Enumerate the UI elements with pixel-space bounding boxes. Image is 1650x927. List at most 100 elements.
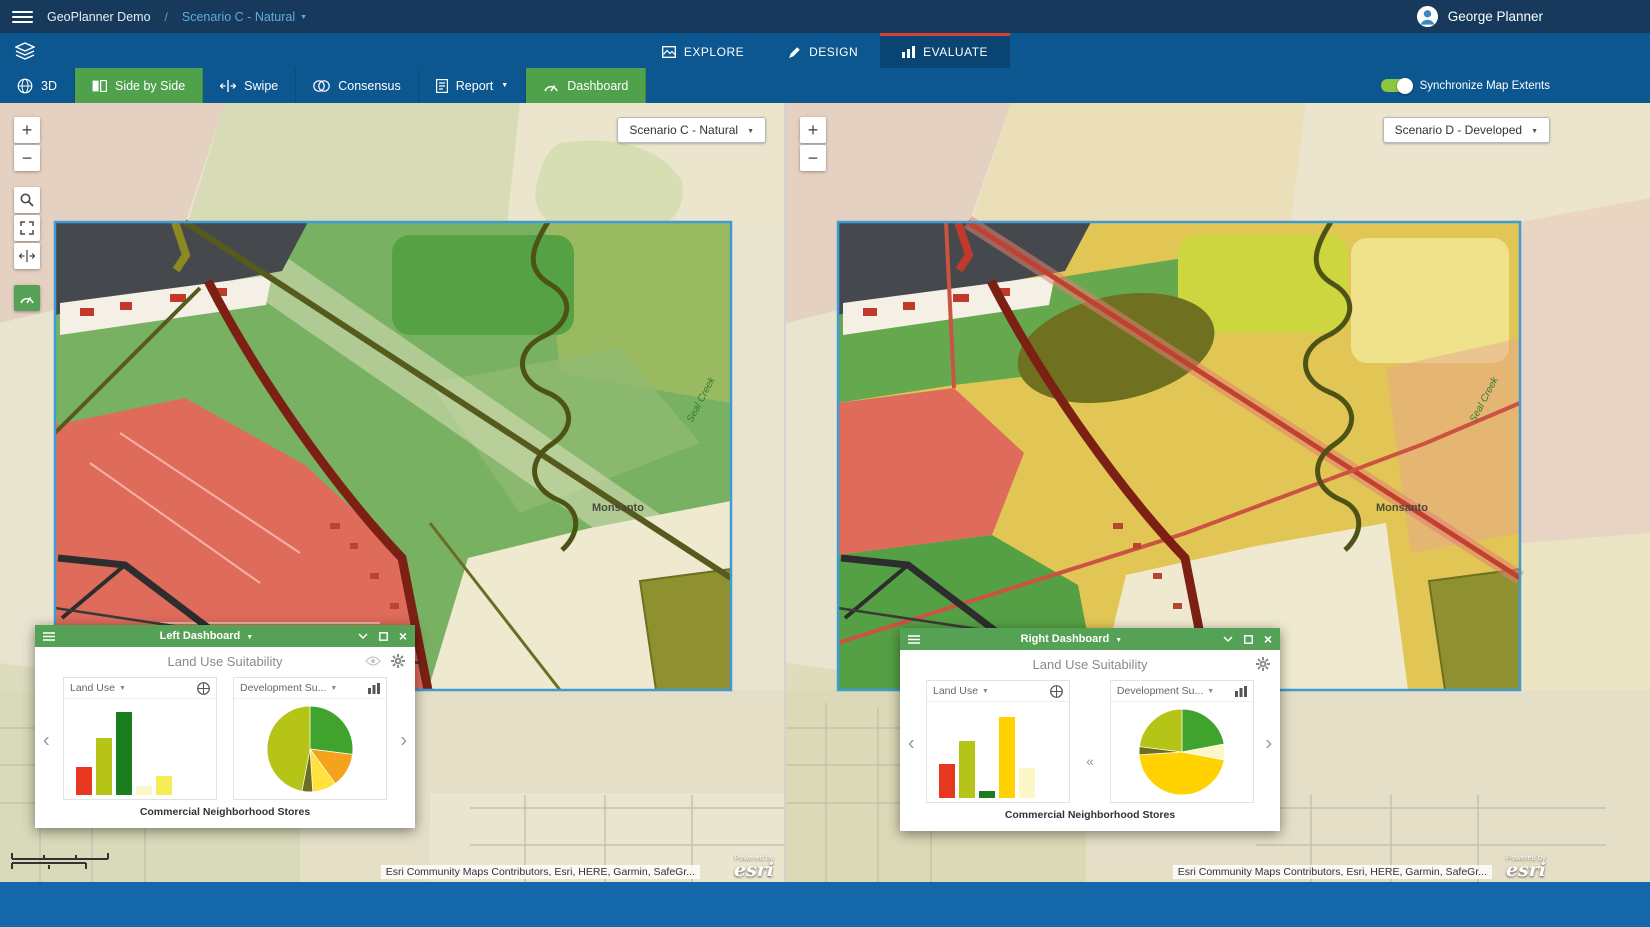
- zoom-out-button[interactable]: −: [14, 145, 40, 171]
- map-attribution: Esri Community Maps Contributors, Esri, …: [1173, 865, 1492, 879]
- maximize-icon[interactable]: [379, 632, 388, 641]
- synchronize-toggle[interactable]: [1381, 79, 1411, 92]
- zoom-out-button[interactable]: −: [800, 145, 826, 171]
- dashboard-tool-button[interactable]: [14, 285, 40, 311]
- zoom-in-button[interactable]: +: [14, 117, 40, 143]
- gear-icon[interactable]: [391, 654, 405, 668]
- chevron-down-icon: ▼: [300, 14, 307, 21]
- user-avatar[interactable]: [1416, 5, 1439, 28]
- olive-field: [1429, 569, 1520, 690]
- globe-widget-icon[interactable]: [197, 682, 210, 695]
- development-suitability-pie-chart[interactable]: [234, 699, 386, 799]
- collapse-icon[interactable]: [1223, 636, 1233, 642]
- user-name[interactable]: George Planner: [1448, 9, 1543, 24]
- hamburger-menu-icon[interactable]: [12, 11, 33, 23]
- gear-icon[interactable]: [1256, 657, 1270, 671]
- close-icon[interactable]: ×: [1264, 632, 1272, 646]
- map-comparison-area: Monsanto Seal Creek + −: [0, 103, 1650, 882]
- swipe-icon: [220, 80, 236, 92]
- bar-class-2-yellow-green: [959, 741, 975, 798]
- map-attribution: Esri Community Maps Contributors, Esri, …: [381, 865, 700, 879]
- tab-design[interactable]: DESIGN: [766, 33, 880, 68]
- close-icon[interactable]: ×: [399, 629, 407, 643]
- tab-explore[interactable]: EXPLORE: [640, 33, 766, 68]
- dashboard-footer-label: Commercial Neighborhood Stores: [900, 809, 1280, 831]
- land-use-bar-chart[interactable]: [64, 699, 216, 799]
- development-suitability-widget: Development Su... ▼: [1110, 680, 1254, 803]
- powered-by-label: Powered by: [1506, 854, 1546, 862]
- side-by-side-icon: [92, 80, 107, 92]
- chevron-down-icon[interactable]: ▼: [119, 685, 126, 692]
- development-suitability-widget: Development Su... ▼: [233, 677, 387, 800]
- window-controls: ×: [1223, 632, 1272, 646]
- swipe-tool-button[interactable]: [14, 243, 40, 269]
- swipe-button[interactable]: Swipe: [203, 68, 296, 103]
- left-scenario-label: Scenario C - Natural: [629, 123, 738, 137]
- breadcrumb-scenario-dropdown[interactable]: Scenario C - Natural ▼: [182, 10, 307, 24]
- breadcrumb-separator: /: [165, 10, 168, 24]
- land-use-bar-chart[interactable]: [927, 702, 1069, 802]
- right-scenario-label: Scenario D - Developed: [1395, 123, 1522, 137]
- development-suitability-pie-chart[interactable]: [1111, 702, 1253, 802]
- right-dashboard-header[interactable]: Right Dashboard ▼ ×: [900, 628, 1280, 650]
- dashboard-menu-icon[interactable]: [908, 635, 920, 644]
- bar-class-5-pale-yellow: [1019, 768, 1035, 798]
- carousel-next-icon[interactable]: ›: [400, 729, 407, 752]
- left-map-tools: + −: [14, 117, 40, 311]
- globe-3d-icon: [17, 78, 33, 94]
- collapse-icon[interactable]: [358, 633, 368, 639]
- dashboard-charts-carousel: ‹ Land Use ▼ Development Su... ▼: [35, 675, 415, 806]
- expand-button[interactable]: [14, 215, 40, 241]
- pie-slice-yellow-green: [267, 706, 310, 791]
- side-by-side-button[interactable]: Side by Side: [75, 68, 203, 103]
- dashboard-footer-label: Commercial Neighborhood Stores: [35, 806, 415, 828]
- explore-icon: [662, 46, 676, 58]
- bar-class-1-red: [939, 764, 955, 798]
- carousel-prev-icon[interactable]: ‹: [43, 729, 50, 752]
- 3d-button-label: 3D: [41, 79, 57, 93]
- left-dashboard-header[interactable]: Left Dashboard ▼ ×: [35, 625, 415, 647]
- dashboard-charts-carousel: ‹ Land Use ▼ « Development Su... ▼: [900, 678, 1280, 809]
- right-dashboard-title-dropdown[interactable]: Right Dashboard ▼: [920, 633, 1223, 645]
- chevron-down-icon[interactable]: ▼: [982, 688, 989, 695]
- pie-slice-gold: [1139, 752, 1224, 795]
- town-label: Monsanto: [592, 502, 644, 514]
- globe-widget-icon[interactable]: [1050, 685, 1063, 698]
- right-scenario-selector[interactable]: Scenario D - Developed ▼: [1383, 117, 1550, 143]
- main-nav-bar: EXPLORE DESIGN EVALUATE: [0, 33, 1650, 68]
- carousel-page-prev-icon[interactable]: «: [1086, 753, 1094, 769]
- search-button[interactable]: [14, 187, 40, 213]
- bar-chart-widget-icon[interactable]: [1235, 686, 1247, 697]
- carousel-next-icon[interactable]: ›: [1265, 732, 1272, 755]
- maximize-icon[interactable]: [1244, 635, 1253, 644]
- tab-design-label: DESIGN: [809, 45, 858, 59]
- zoom-in-button[interactable]: +: [800, 117, 826, 143]
- toggle-knob: [1397, 78, 1413, 94]
- dashboard-menu-icon[interactable]: [43, 632, 55, 641]
- dashboard-button[interactable]: Dashboard: [526, 68, 646, 103]
- left-scenario-selector[interactable]: Scenario C - Natural ▼: [617, 117, 766, 143]
- bar-class-5-yellow: [156, 776, 172, 795]
- chevron-down-icon[interactable]: ▼: [330, 685, 337, 692]
- tab-evaluate[interactable]: EVALUATE: [880, 33, 1010, 68]
- bottom-bar[interactable]: [0, 882, 1650, 927]
- layers-button[interactable]: [8, 33, 42, 68]
- chevron-down-icon[interactable]: ▼: [1207, 688, 1214, 695]
- carousel-prev-icon[interactable]: ‹: [908, 732, 915, 755]
- left-dashboard-title-dropdown[interactable]: Left Dashboard ▼: [55, 630, 358, 642]
- 3d-button[interactable]: 3D: [0, 68, 75, 103]
- dashboard-label: Dashboard: [567, 79, 628, 93]
- geoplanner-app: GeoPlanner Demo / Scenario C - Natural ▼…: [0, 0, 1650, 927]
- chevron-down-icon: ▼: [1531, 128, 1538, 135]
- consensus-button[interactable]: Consensus: [296, 68, 419, 103]
- bar-class-3-dark-green: [116, 712, 132, 795]
- report-icon: [436, 79, 448, 93]
- bar-chart-widget-icon[interactable]: [368, 683, 380, 694]
- right-dashboard-window: Right Dashboard ▼ × Land Use Suitability: [900, 628, 1280, 831]
- olive-field: [640, 569, 731, 690]
- report-button[interactable]: Report ▼: [419, 68, 526, 103]
- section-title: Land Use Suitability: [35, 654, 415, 669]
- layers-icon: [15, 42, 35, 60]
- right-dashboard-title: Right Dashboard: [1021, 633, 1110, 645]
- eye-icon[interactable]: [365, 656, 381, 666]
